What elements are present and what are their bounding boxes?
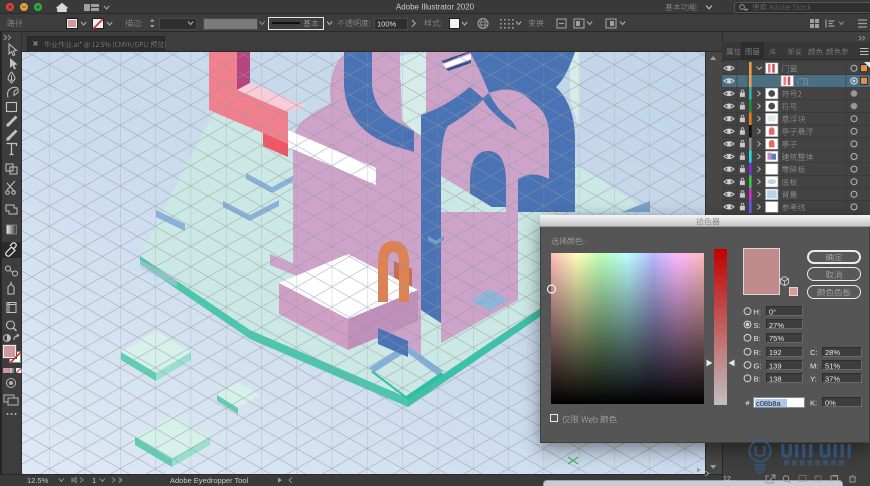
svg-text:S:: S:: [754, 321, 761, 330]
svg-text:R:: R:: [754, 348, 762, 357]
svg-text:12.5%: 12.5%: [27, 476, 49, 485]
svg-text:0°: 0°: [769, 308, 776, 317]
svg-text:51%: 51%: [825, 361, 840, 370]
svg-text:138: 138: [769, 375, 782, 384]
svg-text:0%: 0%: [825, 399, 836, 408]
svg-text:B:: B:: [754, 375, 761, 384]
svg-text:12...: 12...: [723, 476, 737, 483]
svg-text:27%: 27%: [769, 321, 784, 330]
svg-text:75%: 75%: [769, 334, 784, 343]
svg-text:139: 139: [769, 361, 782, 370]
svg-text:K:: K:: [810, 399, 817, 408]
svg-text:100%: 100%: [377, 20, 397, 29]
svg-text:28%: 28%: [825, 348, 840, 357]
svg-text:Adobe Eyedropper Tool: Adobe Eyedropper Tool: [170, 476, 249, 485]
svg-text:Y:: Y:: [810, 375, 817, 384]
svg-text:Adobe Illustrator 2020: Adobe Illustrator 2020: [396, 3, 475, 12]
svg-text:C:: C:: [810, 348, 818, 357]
svg-text:H:: H:: [754, 308, 762, 317]
svg-text:G:: G:: [754, 361, 762, 370]
svg-text:192: 192: [769, 348, 782, 357]
svg-text:#: #: [746, 399, 751, 408]
svg-text:1: 1: [92, 476, 96, 485]
svg-text:M:: M:: [810, 361, 818, 370]
svg-text:c08b8a: c08b8a: [756, 399, 781, 408]
svg-text:B:: B:: [754, 334, 761, 343]
svg-text:37%: 37%: [825, 375, 840, 384]
